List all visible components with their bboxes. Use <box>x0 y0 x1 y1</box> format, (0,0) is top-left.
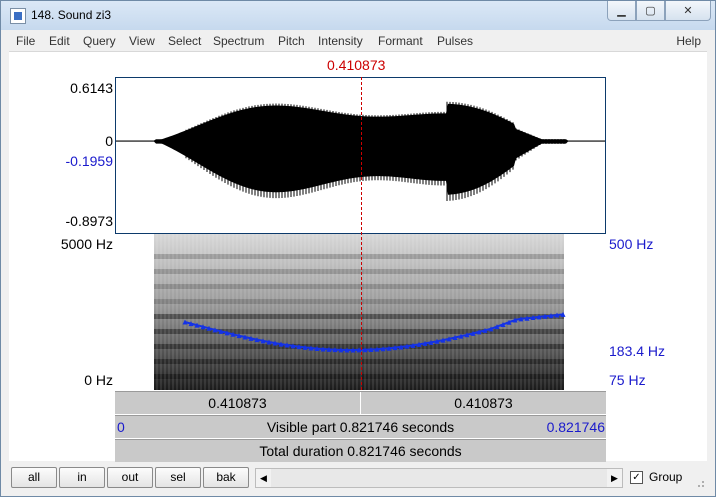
menu-pulses[interactable]: Pulses <box>437 34 473 48</box>
menu-query[interactable]: Query <box>83 34 116 48</box>
spectrogram-harmonics <box>154 254 564 379</box>
harmonic-band <box>154 254 564 259</box>
menu-intensity[interactable]: Intensity <box>318 34 363 48</box>
menu-file[interactable]: File <box>16 34 35 48</box>
scroll-left-icon[interactable]: ◀ <box>256 469 271 487</box>
menu-bar: File Edit Query View Select Spectrum Pit… <box>9 31 707 52</box>
zoom-in-button[interactable]: in <box>59 467 105 488</box>
zoom-all-button[interactable]: all <box>11 467 57 488</box>
group-label: Group <box>649 470 683 484</box>
window-title: 148. Sound zi3 <box>31 8 112 22</box>
harmonic-band <box>154 269 564 274</box>
visible-part-bar[interactable]: 0 Visible part 0.821746 seconds 0.821746 <box>115 415 606 438</box>
spec-freq-max-label: 5000 Hz <box>60 236 113 252</box>
menu-formant[interactable]: Formant <box>378 34 423 48</box>
right-part-label: 0.410873 <box>454 395 513 411</box>
harmonic-band <box>154 359 564 364</box>
cursor-time-label: 0.410873 <box>327 57 386 73</box>
zoom-selection-button[interactable]: sel <box>155 467 201 488</box>
close-button[interactable]: ✕ <box>665 1 711 21</box>
harmonic-band <box>154 374 564 379</box>
bottom-toolbar: all in out sel bak ◀ ▶ ✓ Group <box>9 462 707 490</box>
zoom-back-button[interactable]: bak <box>203 467 249 488</box>
menu-spectrum[interactable]: Spectrum <box>213 34 264 48</box>
pitch-cursor-label: 183.4 Hz <box>609 343 666 359</box>
selection-bar[interactable]: 0.410873 0.410873 <box>115 391 606 414</box>
maximize-icon: ▢ <box>645 5 656 17</box>
resize-grip-icon[interactable] <box>695 478 705 488</box>
total-duration-bar[interactable]: Total duration 0.821746 seconds <box>115 439 606 462</box>
wave-cursor-value-label: -0.1959 <box>65 153 113 169</box>
close-icon: ✕ <box>683 5 693 17</box>
praat-sound-window: 148. Sound zi3 ▁ ▢ ✕ File Edit Query Vie… <box>0 0 716 497</box>
left-part-label: 0.410873 <box>208 395 267 411</box>
harmonic-band <box>154 314 564 319</box>
waveform-periods <box>185 101 565 201</box>
wave-ymax-label: 0.6143 <box>70 80 113 96</box>
spec-freq-min-label: 0 Hz <box>84 372 113 388</box>
maximize-button[interactable]: ▢ <box>636 1 665 21</box>
time-cursor[interactable] <box>361 77 362 390</box>
visible-part-label: Visible part 0.821746 seconds <box>266 419 455 435</box>
pitch-min-label: 75 Hz <box>609 372 646 388</box>
group-toggle[interactable]: ✓ Group <box>630 470 682 484</box>
wave-zero-label: 0 <box>105 133 113 149</box>
wave-ymin-label: -0.8973 <box>65 213 113 229</box>
total-duration-label: Total duration 0.821746 seconds <box>259 443 462 459</box>
harmonic-band <box>154 299 564 304</box>
horizontal-scrollbar[interactable]: ◀ ▶ <box>255 468 623 488</box>
minimize-icon: ▁ <box>617 5 626 17</box>
group-checkbox[interactable]: ✓ <box>630 470 643 484</box>
scroll-right-icon[interactable]: ▶ <box>607 469 622 487</box>
menu-edit[interactable]: Edit <box>49 34 70 48</box>
pitch-max-label: 500 Hz <box>609 236 654 252</box>
minimize-button[interactable]: ▁ <box>607 1 636 21</box>
zoom-out-button[interactable]: out <box>107 467 153 488</box>
menu-pitch[interactable]: Pitch <box>278 34 305 48</box>
visible-end-label: 0.821746 <box>546 419 605 435</box>
menu-view[interactable]: View <box>129 34 155 48</box>
menu-help[interactable]: Help <box>676 34 701 48</box>
praat-app-icon <box>10 8 26 24</box>
title-bar[interactable]: 148. Sound zi3 ▁ ▢ ✕ <box>1 1 715 30</box>
menu-select[interactable]: Select <box>168 34 201 48</box>
harmonic-band <box>154 284 564 289</box>
